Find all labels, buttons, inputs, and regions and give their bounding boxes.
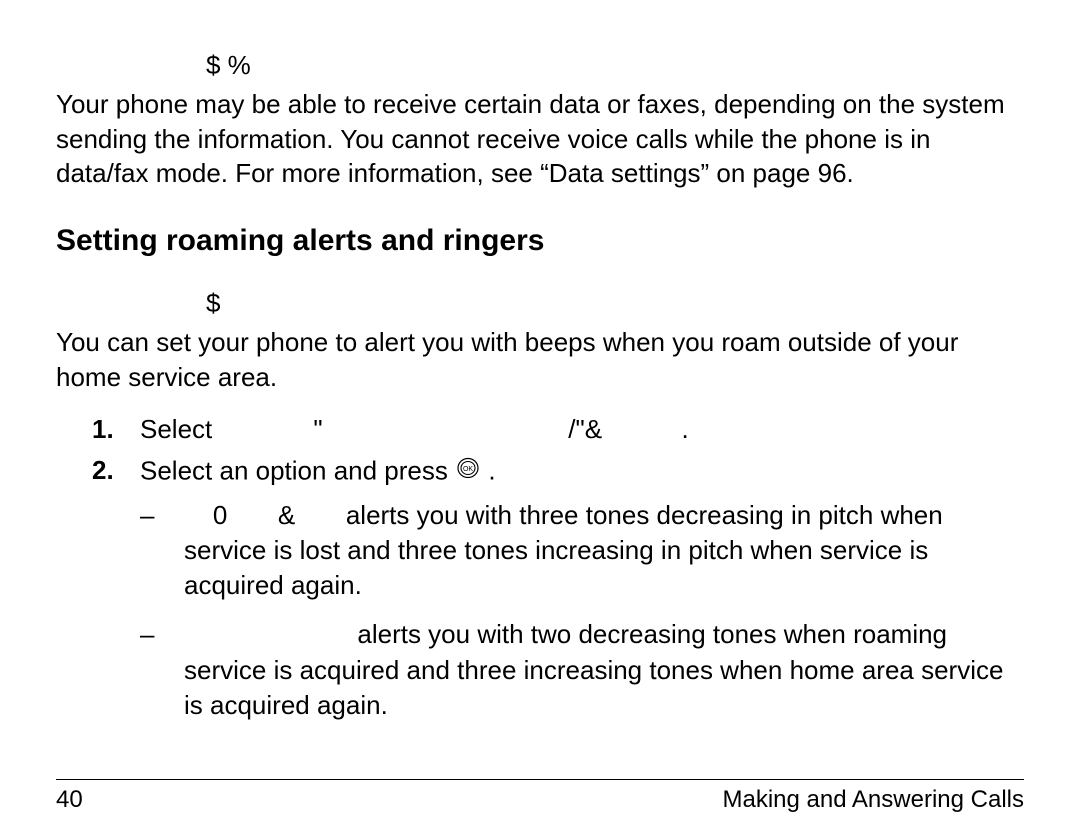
bullet-1: – 0 & alerts you with three tones decrea…: [56, 498, 1024, 603]
bullet-2: – alerts you with two decreasing tones w…: [56, 617, 1024, 722]
step2-dot: .: [488, 455, 495, 485]
sub-marker: $: [206, 288, 1024, 319]
dash-marker: –: [140, 617, 184, 722]
step1-sym: /"&: [568, 414, 602, 444]
ok-key-icon: OK: [457, 453, 479, 488]
step-1: 1. Select " /"& .: [56, 412, 1024, 447]
footer-section-title: Making and Answering Calls: [723, 786, 1025, 814]
svg-text:OK: OK: [463, 466, 473, 473]
step1-gap1: [220, 414, 314, 444]
step1-q: ": [313, 414, 322, 444]
step-number: 1.: [92, 412, 140, 447]
bullet-body: 0 & alerts you with three tones decreasi…: [184, 498, 1024, 603]
step-number: 2.: [92, 453, 140, 492]
footer-rule: [56, 779, 1024, 780]
section-heading: Setting roaming alerts and ringers: [56, 224, 1024, 258]
manual-page: $ % Your phone may be able to receive ce…: [0, 0, 1080, 834]
step-body: Select " /"& .: [140, 412, 1024, 447]
bullet-body: alerts you with two decreasing tones whe…: [184, 617, 1024, 722]
step1-gap2: [323, 414, 569, 444]
top-marker: $ %: [206, 50, 1024, 81]
roam-intro-paragraph: You can set your phone to alert you with…: [56, 325, 1024, 394]
datafax-paragraph: Your phone may be able to receive certai…: [56, 87, 1024, 190]
page-number: 40: [56, 786, 83, 814]
step2-text: Select an option and press: [140, 455, 455, 485]
page-footer: 40 Making and Answering Calls: [56, 779, 1024, 814]
step-body: Select an option and press OK .: [140, 453, 1024, 492]
dash-marker: –: [140, 498, 184, 603]
step1-leading: Select: [140, 414, 220, 444]
bullet2-lead: [184, 619, 357, 649]
ordered-steps: 1. Select " /"& . 2. Select an option an…: [56, 412, 1024, 723]
step1-gap3: [602, 414, 681, 444]
step1-dot: .: [682, 414, 689, 444]
step-2: 2. Select an option and press OK .: [56, 453, 1024, 492]
bullet1-lead: 0 &: [184, 500, 346, 530]
